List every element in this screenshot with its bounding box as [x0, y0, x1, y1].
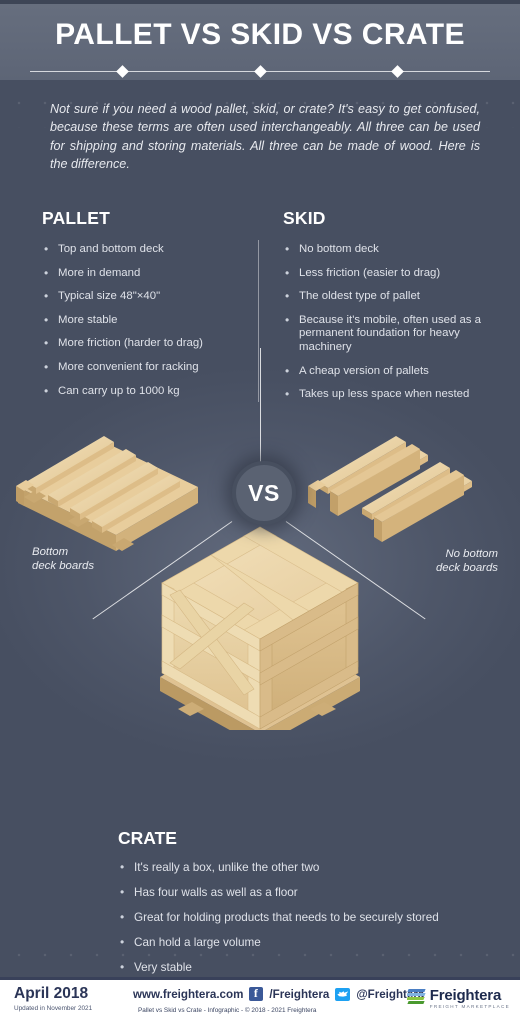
- list-item-label: No bottom deck: [299, 243, 379, 255]
- footer: April 2018 Updated in November 2021 www.…: [0, 977, 520, 1024]
- list-item-label: More convenient for racking: [58, 360, 199, 373]
- list-item: • More friction (harder to drag): [42, 337, 242, 351]
- facebook-handle[interactable]: /Freightera: [269, 988, 329, 1001]
- column-skid: SKID • No bottom deck • Less friction (eas…: [283, 208, 493, 412]
- crate-illustration: [148, 525, 373, 747]
- list-item: • More in demand: [42, 265, 242, 281]
- freightera-logo[interactable]: Freightera FREIGHT MARKETPLACE: [406, 988, 510, 1010]
- list-item-label: More in demand: [58, 266, 141, 279]
- list-item: • More convenient for racking: [42, 359, 242, 375]
- logo-text: Freightera FREIGHT MARKETPLACE: [430, 988, 510, 1010]
- list-item-label: Typical size 48"×40": [58, 290, 161, 303]
- list-item: • A cheap version of pallets: [283, 363, 493, 379]
- list-item: • Less friction (easier to drag): [283, 265, 493, 281]
- bullet-icon: •: [44, 265, 49, 280]
- list-item: • Top and bottom deck: [42, 242, 242, 257]
- caption-right-line1: No bottom: [445, 548, 498, 560]
- list-item-label: Can carry up to 1000 kg: [58, 384, 180, 397]
- skid-heading: SKID: [283, 208, 326, 228]
- crate-heading: CRATE: [118, 828, 177, 848]
- infographic-page: PALLET VS SKID VS CRATE Not sure if you …: [0, 0, 520, 1024]
- caption-right: No bottom deck boards: [436, 547, 498, 575]
- intro-paragraph: Not sure if you need a wood pallet, skid…: [50, 102, 480, 172]
- bullet-icon: •: [44, 336, 49, 351]
- caption-left-line1: Bottom: [32, 546, 69, 558]
- list-item: • More stable: [42, 312, 242, 328]
- brand-subtitle: FREIGHT MARKETPLACE: [429, 1004, 510, 1009]
- crate-section: CRATE • It's really a box, unlike the oth…: [118, 828, 502, 980]
- bullet-icon: •: [44, 383, 49, 398]
- list-item-label: A cheap version of pallets: [299, 364, 429, 377]
- bullet-icon: •: [285, 312, 290, 327]
- skid-feature-list: • No bottom deck • Less friction (easier t…: [283, 242, 493, 402]
- list-item-label: Great for holding products that needs to…: [134, 911, 439, 924]
- bullet-icon: •: [120, 910, 125, 924]
- list-item-label: More stable: [58, 313, 118, 326]
- list-item-label: Can hold a large volume: [134, 936, 261, 949]
- bullet-icon: •: [285, 387, 290, 402]
- page-title: PALLET VS SKID VS CRATE: [55, 18, 465, 51]
- publication-date: April 2018: [14, 985, 89, 1002]
- pallet-feature-list: • Top and bottom deck • More in demand • Ty…: [42, 242, 242, 399]
- list-item-label: Has four walls as well as a floor: [134, 886, 298, 899]
- list-item: • Can carry up to 1000 kg: [42, 383, 242, 399]
- bullet-icon: •: [120, 935, 125, 949]
- bullet-icon: •: [44, 359, 49, 374]
- illustration-area: VS Bottom deck boards No bottom deck boa…: [0, 348, 520, 825]
- facebook-icon[interactable]: [249, 986, 264, 1001]
- header: PALLET VS SKID VS CRATE: [0, 0, 520, 80]
- crate-svg: [160, 526, 360, 747]
- list-item: • Great for holding products that needs t…: [118, 910, 502, 925]
- caption-right-line2: deck boards: [435, 562, 498, 574]
- updated-date: Updated in November 2021: [14, 1005, 93, 1012]
- footer-links: www.freightera.com /Freightera @Freighte…: [133, 986, 424, 1001]
- list-item-label: More friction (harder to drag): [58, 337, 203, 350]
- list-item: • Typical size 48"×40": [42, 290, 242, 304]
- vs-badge: VS: [232, 461, 296, 525]
- list-item-label: It's really a box, unlike the other two: [134, 861, 320, 874]
- list-item: • Very stable: [118, 960, 502, 975]
- bullet-icon: •: [44, 312, 49, 327]
- crate-feature-list: • It's really a box, unlike the other two…: [118, 860, 502, 980]
- copyright-tagline: Pallet vs Skid vs Crate - Infographic - …: [138, 1007, 317, 1014]
- logo-mark-icon: [406, 988, 426, 1005]
- caption-left: Bottom deck boards: [32, 545, 94, 573]
- list-item: • Because it's mobile, often used as a pe…: [283, 312, 493, 355]
- bullet-icon: •: [120, 885, 125, 899]
- brand-name: Freightera: [429, 987, 502, 1004]
- caption-left-line2: deck boards: [32, 560, 95, 572]
- list-item: • Has four walls as well as a floor: [118, 885, 502, 900]
- website-link[interactable]: www.freightera.com: [133, 988, 243, 1001]
- list-item: • Can hold a large volume: [118, 935, 502, 950]
- diamond-icon: [116, 65, 129, 78]
- list-item: • It's really a box, unlike the other two: [118, 860, 502, 875]
- list-item-label: Very stable: [134, 961, 192, 974]
- bullet-icon: •: [285, 289, 290, 304]
- bullet-icon: •: [44, 242, 49, 256]
- list-item: • Takes up less space when nested: [283, 388, 493, 402]
- list-item-label: Takes up less space when nested: [299, 388, 470, 401]
- connector-line-top: [260, 348, 261, 463]
- bullet-icon: •: [285, 363, 290, 378]
- column-pallet: PALLET • Top and bottom deck • More in dem…: [42, 208, 242, 408]
- pallet-heading: PALLET: [42, 208, 110, 228]
- list-item-label: Because it's mobile, often used as a per…: [299, 313, 481, 353]
- column-divider: [258, 240, 259, 402]
- bullet-icon: •: [120, 960, 125, 974]
- bullet-icon: •: [120, 860, 125, 874]
- twitter-icon[interactable]: [335, 987, 351, 1001]
- diamond-icon: [391, 65, 404, 78]
- list-item-label: Top and bottom deck: [58, 243, 164, 255]
- list-item-label: Less friction (easier to drag): [299, 266, 441, 279]
- diamond-icon: [254, 65, 267, 78]
- list-item: • The oldest type of pallet: [283, 290, 493, 304]
- title-divider: [30, 65, 490, 78]
- bullet-icon: •: [285, 265, 290, 280]
- list-item-label: The oldest type of pallet: [299, 290, 420, 303]
- body: Not sure if you need a wood pallet, skid…: [0, 80, 520, 980]
- bullet-icon: •: [285, 242, 290, 256]
- bullet-icon: •: [44, 289, 49, 304]
- list-item: • No bottom deck: [283, 242, 493, 257]
